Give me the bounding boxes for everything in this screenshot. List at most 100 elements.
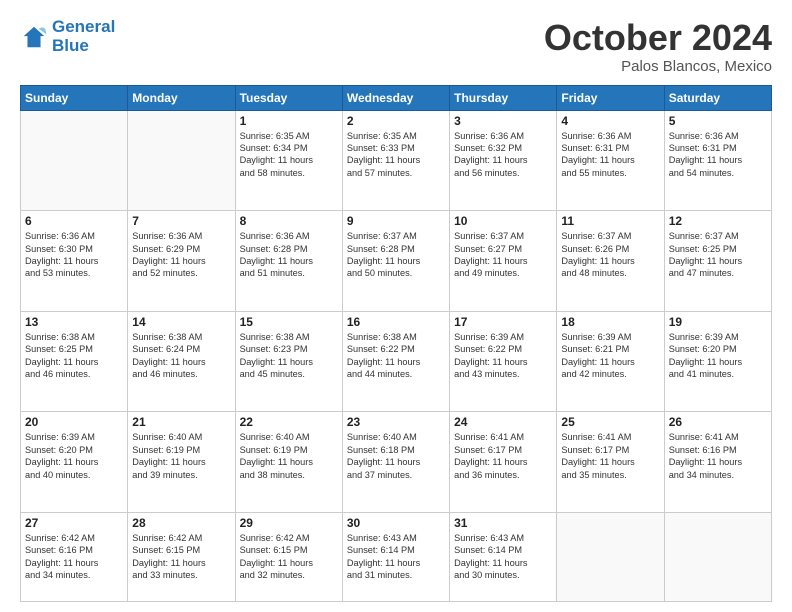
- day-number: 15: [240, 315, 338, 329]
- calendar-day-cell: 5 Sunrise: 6:36 AMSunset: 6:31 PMDaylight…: [664, 110, 771, 211]
- calendar-day-cell: 20 Sunrise: 6:39 AMSunset: 6:20 PMDayligh…: [21, 412, 128, 513]
- calendar-header-row: SundayMondayTuesdayWednesdayThursdayFrid…: [21, 85, 772, 110]
- calendar-day-cell: 7 Sunrise: 6:36 AMSunset: 6:29 PMDaylight…: [128, 211, 235, 312]
- day-number: 16: [347, 315, 445, 329]
- logo-text: General Blue: [52, 18, 115, 55]
- day-content: Sunrise: 6:39 AMSunset: 6:21 PMDaylight:…: [561, 331, 659, 381]
- day-number: 25: [561, 415, 659, 429]
- day-content: Sunrise: 6:41 AMSunset: 6:17 PMDaylight:…: [454, 431, 552, 481]
- weekday-header: Sunday: [21, 85, 128, 110]
- day-number: 6: [25, 214, 123, 228]
- day-content: Sunrise: 6:41 AMSunset: 6:17 PMDaylight:…: [561, 431, 659, 481]
- day-number: 1: [240, 114, 338, 128]
- day-number: 24: [454, 415, 552, 429]
- day-content: Sunrise: 6:38 AMSunset: 6:23 PMDaylight:…: [240, 331, 338, 381]
- calendar-day-cell: 6 Sunrise: 6:36 AMSunset: 6:30 PMDaylight…: [21, 211, 128, 312]
- day-content: Sunrise: 6:35 AMSunset: 6:33 PMDaylight:…: [347, 130, 445, 180]
- day-number: 10: [454, 214, 552, 228]
- day-content: Sunrise: 6:36 AMSunset: 6:31 PMDaylight:…: [561, 130, 659, 180]
- day-number: 29: [240, 516, 338, 530]
- day-content: Sunrise: 6:39 AMSunset: 6:20 PMDaylight:…: [669, 331, 767, 381]
- calendar-day-cell: [664, 512, 771, 601]
- day-number: 31: [454, 516, 552, 530]
- day-content: Sunrise: 6:42 AMSunset: 6:16 PMDaylight:…: [25, 532, 123, 582]
- calendar-day-cell: [21, 110, 128, 211]
- day-number: 4: [561, 114, 659, 128]
- calendar-day-cell: 12Sunrise: 6:37 AMSunset: 6:25 PMDayligh…: [664, 211, 771, 312]
- logo: General Blue: [20, 18, 115, 55]
- page: General Blue October 2024 Palos Blancos,…: [0, 0, 792, 612]
- day-number: 28: [132, 516, 230, 530]
- calendar-day-cell: 22Sunrise: 6:40 AMSunset: 6:19 PMDayligh…: [235, 412, 342, 513]
- calendar-week-row: 6 Sunrise: 6:36 AMSunset: 6:30 PMDaylight…: [21, 211, 772, 312]
- calendar-day-cell: 25 Sunrise: 6:41 AMSunset: 6:17 PMDayligh…: [557, 412, 664, 513]
- calendar-day-cell: 14 Sunrise: 6:38 AMSunset: 6:24 PMDayligh…: [128, 311, 235, 412]
- day-number: 18: [561, 315, 659, 329]
- calendar-week-row: 1 Sunrise: 6:35 AMSunset: 6:34 PMDaylight…: [21, 110, 772, 211]
- day-content: Sunrise: 6:42 AMSunset: 6:15 PMDaylight:…: [132, 532, 230, 582]
- day-content: Sunrise: 6:37 AMSunset: 6:28 PMDaylight:…: [347, 230, 445, 280]
- calendar-day-cell: 29 Sunrise: 6:42 AMSunset: 6:15 PMDayligh…: [235, 512, 342, 601]
- logo-icon: [20, 23, 48, 51]
- day-content: Sunrise: 6:36 AMSunset: 6:32 PMDaylight:…: [454, 130, 552, 180]
- calendar-day-cell: 17 Sunrise: 6:39 AMSunset: 6:22 PMDayligh…: [450, 311, 557, 412]
- day-content: Sunrise: 6:36 AMSunset: 6:31 PMDaylight:…: [669, 130, 767, 180]
- day-content: Sunrise: 6:35 AMSunset: 6:34 PMDaylight:…: [240, 130, 338, 180]
- day-number: 26: [669, 415, 767, 429]
- day-content: Sunrise: 6:42 AMSunset: 6:15 PMDaylight:…: [240, 532, 338, 582]
- calendar-day-cell: [557, 512, 664, 601]
- day-number: 5: [669, 114, 767, 128]
- calendar-week-row: 20 Sunrise: 6:39 AMSunset: 6:20 PMDayligh…: [21, 412, 772, 513]
- calendar-day-cell: 15 Sunrise: 6:38 AMSunset: 6:23 PMDayligh…: [235, 311, 342, 412]
- day-content: Sunrise: 6:39 AMSunset: 6:22 PMDaylight:…: [454, 331, 552, 381]
- day-number: 2: [347, 114, 445, 128]
- day-number: 14: [132, 315, 230, 329]
- day-number: 22: [240, 415, 338, 429]
- day-number: 20: [25, 415, 123, 429]
- day-number: 11: [561, 214, 659, 228]
- weekday-header: Wednesday: [342, 85, 449, 110]
- day-content: Sunrise: 6:39 AMSunset: 6:20 PMDaylight:…: [25, 431, 123, 481]
- header: General Blue October 2024 Palos Blancos,…: [20, 18, 772, 75]
- day-content: Sunrise: 6:37 AMSunset: 6:27 PMDaylight:…: [454, 230, 552, 280]
- weekday-header: Saturday: [664, 85, 771, 110]
- calendar-day-cell: 31Sunrise: 6:43 AMSunset: 6:14 PMDayligh…: [450, 512, 557, 601]
- calendar-day-cell: 3Sunrise: 6:36 AMSunset: 6:32 PMDaylight…: [450, 110, 557, 211]
- day-content: Sunrise: 6:38 AMSunset: 6:24 PMDaylight:…: [132, 331, 230, 381]
- calendar-day-cell: 1 Sunrise: 6:35 AMSunset: 6:34 PMDaylight…: [235, 110, 342, 211]
- calendar-day-cell: 30 Sunrise: 6:43 AMSunset: 6:14 PMDayligh…: [342, 512, 449, 601]
- day-number: 17: [454, 315, 552, 329]
- calendar-day-cell: 16 Sunrise: 6:38 AMSunset: 6:22 PMDayligh…: [342, 311, 449, 412]
- calendar-table: SundayMondayTuesdayWednesdayThursdayFrid…: [20, 85, 772, 602]
- day-content: Sunrise: 6:36 AMSunset: 6:29 PMDaylight:…: [132, 230, 230, 280]
- title-block: October 2024 Palos Blancos, Mexico: [544, 18, 772, 75]
- weekday-header: Tuesday: [235, 85, 342, 110]
- day-number: 13: [25, 315, 123, 329]
- day-number: 8: [240, 214, 338, 228]
- weekday-header: Thursday: [450, 85, 557, 110]
- day-content: Sunrise: 6:37 AMSunset: 6:26 PMDaylight:…: [561, 230, 659, 280]
- day-number: 30: [347, 516, 445, 530]
- calendar-day-cell: 27 Sunrise: 6:42 AMSunset: 6:16 PMDayligh…: [21, 512, 128, 601]
- day-content: Sunrise: 6:40 AMSunset: 6:19 PMDaylight:…: [132, 431, 230, 481]
- calendar-day-cell: 23 Sunrise: 6:40 AMSunset: 6:18 PMDayligh…: [342, 412, 449, 513]
- calendar-day-cell: 19Sunrise: 6:39 AMSunset: 6:20 PMDayligh…: [664, 311, 771, 412]
- day-content: Sunrise: 6:36 AMSunset: 6:28 PMDaylight:…: [240, 230, 338, 280]
- calendar-day-cell: 13 Sunrise: 6:38 AMSunset: 6:25 PMDayligh…: [21, 311, 128, 412]
- calendar-day-cell: 26 Sunrise: 6:41 AMSunset: 6:16 PMDayligh…: [664, 412, 771, 513]
- day-number: 7: [132, 214, 230, 228]
- calendar-day-cell: 18 Sunrise: 6:39 AMSunset: 6:21 PMDayligh…: [557, 311, 664, 412]
- day-content: Sunrise: 6:41 AMSunset: 6:16 PMDaylight:…: [669, 431, 767, 481]
- calendar-day-cell: 2 Sunrise: 6:35 AMSunset: 6:33 PMDaylight…: [342, 110, 449, 211]
- day-content: Sunrise: 6:38 AMSunset: 6:25 PMDaylight:…: [25, 331, 123, 381]
- day-content: Sunrise: 6:38 AMSunset: 6:22 PMDaylight:…: [347, 331, 445, 381]
- calendar-week-row: 27 Sunrise: 6:42 AMSunset: 6:16 PMDayligh…: [21, 512, 772, 601]
- weekday-header: Monday: [128, 85, 235, 110]
- calendar-day-cell: [128, 110, 235, 211]
- calendar-day-cell: 28 Sunrise: 6:42 AMSunset: 6:15 PMDayligh…: [128, 512, 235, 601]
- day-content: Sunrise: 6:43 AMSunset: 6:14 PMDaylight:…: [347, 532, 445, 582]
- day-number: 27: [25, 516, 123, 530]
- day-content: Sunrise: 6:36 AMSunset: 6:30 PMDaylight:…: [25, 230, 123, 280]
- day-number: 23: [347, 415, 445, 429]
- day-content: Sunrise: 6:40 AMSunset: 6:18 PMDaylight:…: [347, 431, 445, 481]
